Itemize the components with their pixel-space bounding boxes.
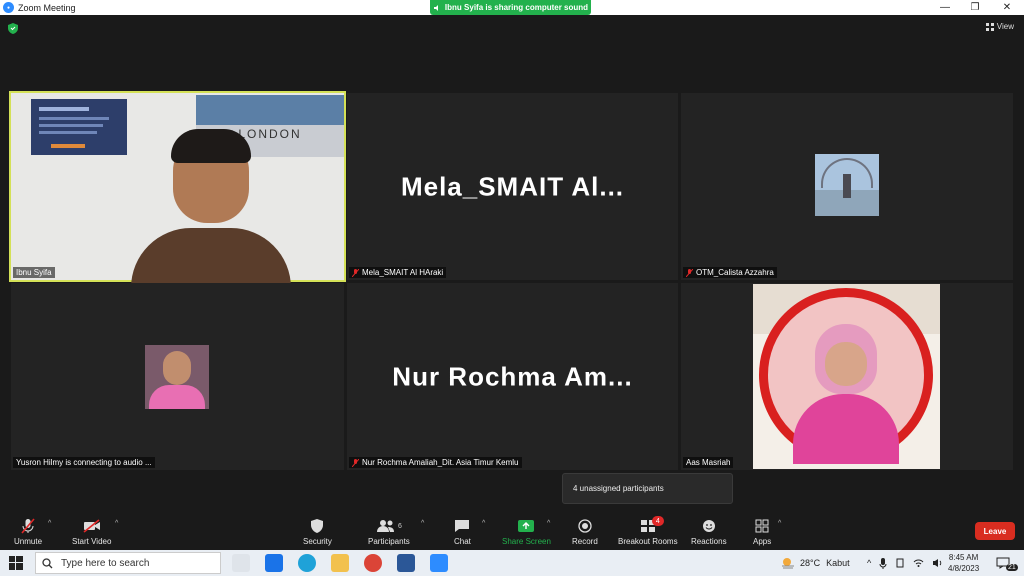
video-tile-calista[interactable]: OTM_Calista Azzahra [681,93,1013,280]
clock-time: 8:45 AM [948,553,979,562]
file-explorer-icon[interactable] [331,554,349,572]
participants-options-chevron-icon[interactable]: ^ [421,520,424,527]
video-tile-nur-rochma[interactable]: Nur Rochma Am... Nur Rochma Amaliah_Dit.… [347,283,678,470]
microphone-icon[interactable] [879,557,887,569]
word-icon[interactable] [397,554,415,572]
video-options-chevron-icon[interactable]: ^ [115,520,118,527]
breakout-tooltip: 4 unassigned participants [562,473,733,504]
profile-picture [815,154,879,216]
breakout-rooms-button[interactable]: 4 Breakout Rooms [618,516,678,546]
participants-icon [376,520,394,532]
windows-start-icon[interactable] [9,556,23,570]
participant-display-name: Mela_SMAIT Al... [400,171,625,201]
person-figure [131,129,291,288]
share-options-chevron-icon[interactable]: ^ [547,520,550,527]
reactions-button[interactable]: Reactions [691,517,727,546]
unmute-button[interactable]: Unmute [14,517,42,546]
share-screen-icon [518,520,535,532]
chrome-icon[interactable] [364,554,382,572]
participant-name-label: Mela_SMAIT Al HAraki [349,267,447,278]
smiley-icon [702,520,715,532]
profile-picture [753,284,940,469]
taskbar-search-box[interactable]: Type here to search [35,552,221,574]
meeting-toolbar: Unmute ^ Start Video ^ Security 6 Partic… [0,508,1024,550]
sharing-audio-banner[interactable]: Ibnu Syifa is sharing computer sound [430,0,591,15]
minimize-button[interactable]: — [928,0,962,15]
apps-options-chevron-icon[interactable]: ^ [778,520,781,527]
notification-center-button[interactable]: 21 [996,550,1018,576]
video-tile-mela[interactable]: Mela_SMAIT Al... Mela_SMAIT Al HAraki [347,93,678,280]
shield-icon [311,519,324,533]
view-button[interactable]: View [985,22,1014,31]
windows-taskbar: Type here to search 28°C Kabut ^ 8:45 AM… [0,550,1024,576]
system-tray: ^ [867,550,943,576]
participant-name-label: OTM_Calista Azzahra [683,267,777,278]
task-view-icon[interactable] [232,554,250,572]
clock[interactable]: 8:45 AM 4/8/2023 [948,550,979,576]
weather-temp: 28°C [800,558,821,568]
weather-widget[interactable]: 28°C Kabut [781,550,850,576]
encryption-shield-icon[interactable] [8,23,18,34]
video-tile-yusron[interactable]: Yusron Hilmy is connecting to audio ... [11,283,344,470]
muted-mic-icon [686,268,693,277]
speaker-icon [433,4,438,11]
video-tile-ibnu-syifa[interactable]: LONDON Ibnu Syifa [9,91,346,288]
apps-icon [755,519,769,533]
breakout-badge: 4 [651,516,664,526]
muted-mic-icon [21,518,35,534]
close-button[interactable]: ✕ [990,0,1024,15]
grid-view-icon [985,22,994,31]
wifi-icon[interactable] [913,558,924,568]
chat-button[interactable]: Chat [454,517,471,546]
view-label: View [996,22,1014,31]
window-title: Zoom Meeting [18,2,76,13]
apps-button[interactable]: Apps [753,517,771,546]
start-video-button[interactable]: Start Video [72,517,111,546]
battery-icon[interactable] [895,558,905,568]
volume-icon[interactable] [932,558,943,568]
show-hidden-icons-chevron-icon[interactable]: ^ [867,558,871,568]
restore-button[interactable]: ❐ [958,0,992,15]
edge-browser-icon[interactable] [298,554,316,572]
record-button[interactable]: Record [572,517,598,546]
participant-name-label: Yusron Hilmy is connecting to audio ... [13,457,155,468]
sharing-audio-text: Ibnu Syifa is sharing computer sound [444,3,589,12]
clock-date: 4/8/2023 [948,564,980,573]
chat-icon [455,520,470,532]
profile-picture [145,345,209,409]
background-slide-image [31,99,127,155]
security-button[interactable]: Security [303,517,332,546]
video-off-icon [83,519,100,533]
video-tile-aas-masriah[interactable]: Aas Masriah [681,283,1013,470]
leave-button[interactable]: Leave [975,522,1015,540]
participants-button[interactable]: 6 Participants [368,517,410,546]
weather-label: Kabut [826,558,850,568]
notification-badge: 21 [1006,563,1018,571]
search-icon [42,557,53,568]
record-icon [578,519,592,533]
chat-options-chevron-icon[interactable]: ^ [482,520,485,527]
weather-fog-icon [782,558,794,569]
search-placeholder: Type here to search [61,557,150,569]
mail-icon[interactable] [265,554,283,572]
meeting-stage: View LONDON Ibnu Syifa Mela_SMAIT Al... … [0,15,1024,508]
participant-name-label: Ibnu Syifa [13,267,55,278]
participant-name-label: Nur Rochma Amaliah_Dit. Asia Timur Kemlu [349,457,522,468]
muted-mic-icon [352,458,359,467]
participants-count: 6 [397,522,402,530]
audio-options-chevron-icon[interactable]: ^ [48,520,51,527]
zoom-app-icon: ● [3,2,14,13]
share-screen-button[interactable]: Share Screen [502,517,551,546]
zoom-taskbar-icon[interactable] [430,554,448,572]
muted-mic-icon [352,268,359,277]
participant-name-label: Aas Masriah [683,457,734,468]
participant-display-name: Nur Rochma Am... [392,361,633,391]
